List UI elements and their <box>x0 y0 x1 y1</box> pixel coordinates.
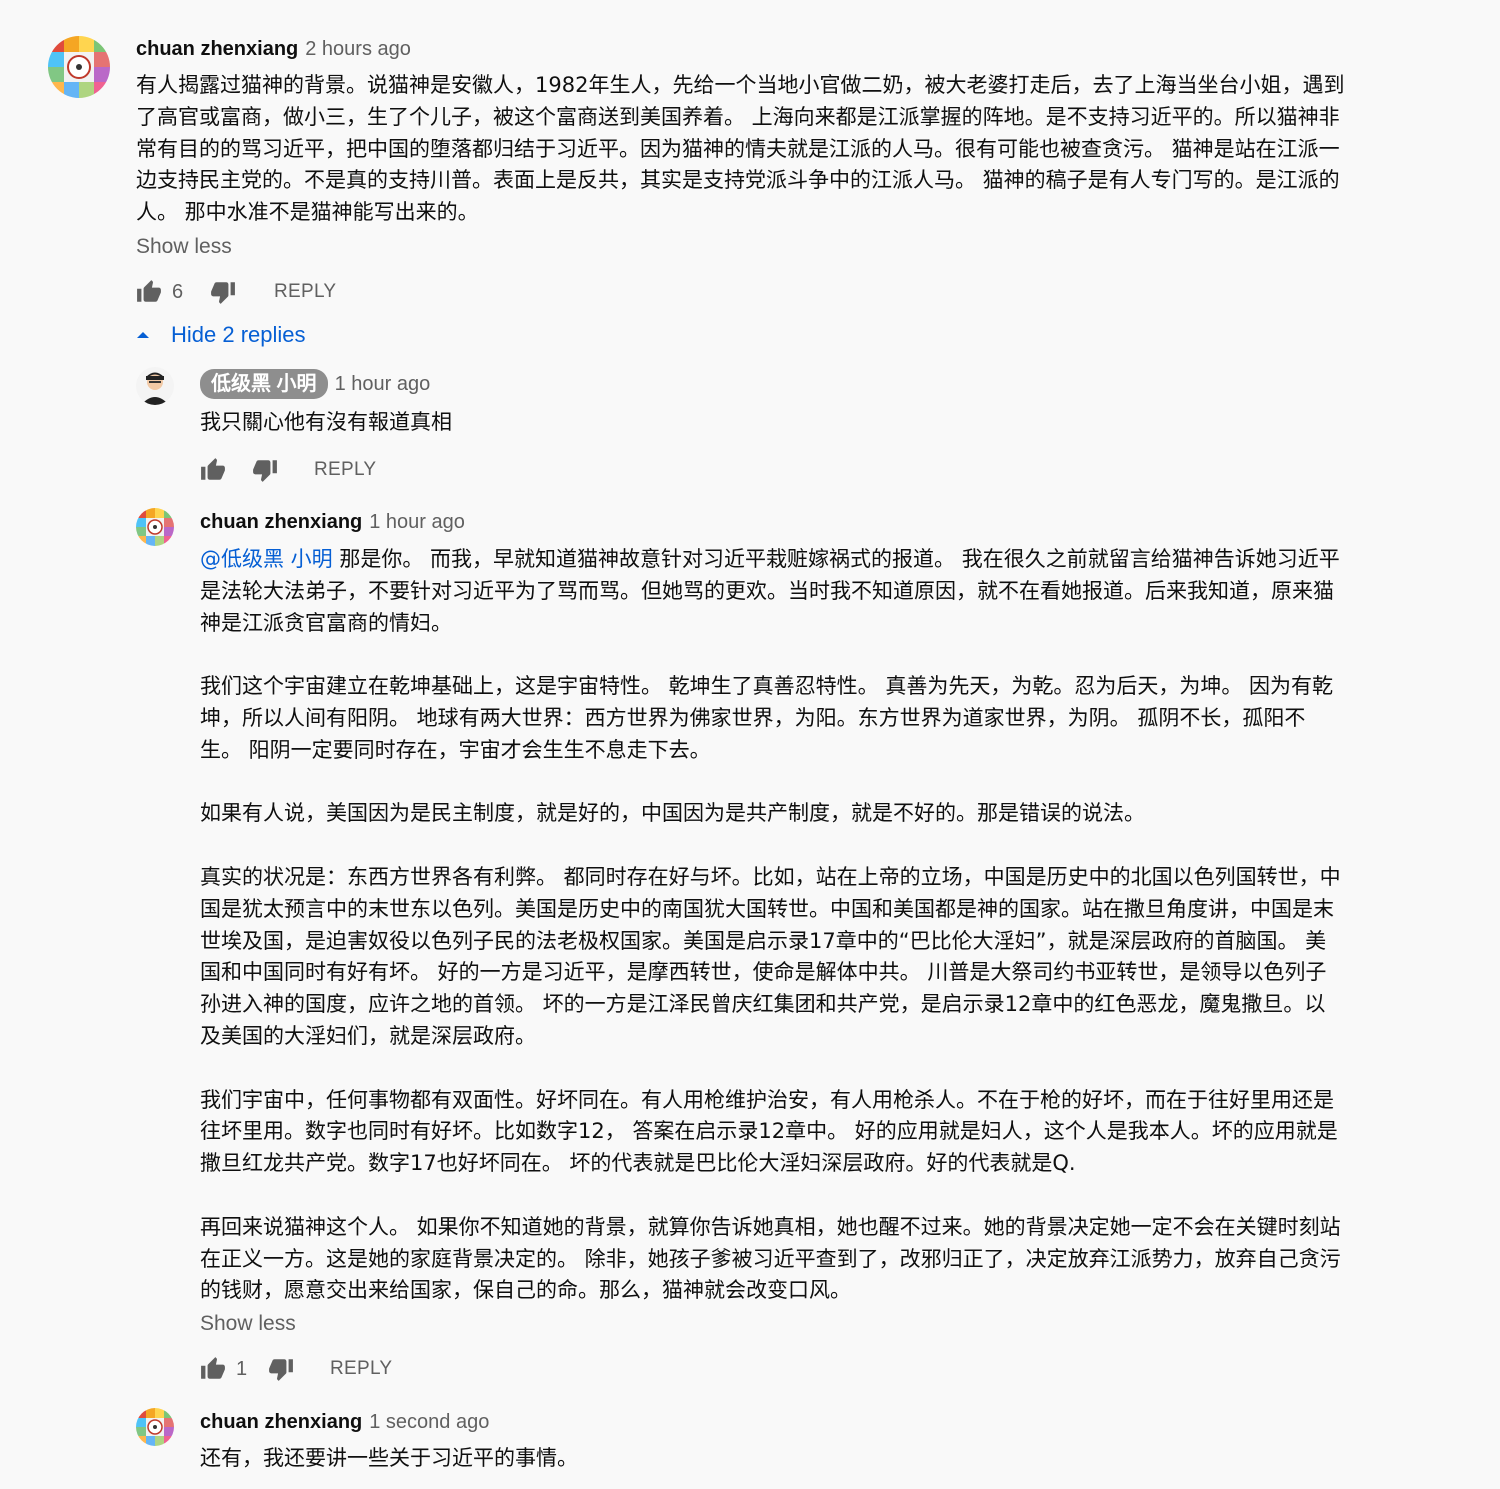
reply-paragraph: 还有，我还要讲一些关于习近平的事情。 <box>200 1446 578 1470</box>
avatar[interactable] <box>136 367 174 405</box>
reply-paragraph: 再回来说猫神这个人。 如果你不知道她的背景，就算你告诉她真相，她也醒不过来。她的… <box>200 1214 1341 1303</box>
timestamp[interactable]: 1 hour ago <box>335 373 431 396</box>
thumb-down-icon[interactable] <box>268 1356 294 1382</box>
author-name[interactable]: chuan zhenxiang <box>136 38 298 61</box>
comment-actions: 6 REPLY <box>136 277 336 307</box>
reply-paragraph: 如果有人说，美国因为是民主制度，就是好的，中国因为是共产制度，就是不好的。那是错… <box>200 801 1145 826</box>
author-name[interactable]: chuan zhenxiang <box>200 511 362 534</box>
reply-actions: REPLY <box>200 455 376 485</box>
comment-header: chuan zhenxiang 2 hours ago <box>136 36 411 62</box>
reply-text: 我只關心他有沒有報道真相 <box>200 407 1410 439</box>
comment-paragraph: 有人揭露过猫神的背景。说猫神是安徽人，1982年生人，先给一个当地小官做二奶，被… <box>136 73 1345 225</box>
reply-button[interactable]: REPLY <box>274 281 336 303</box>
like-count: 6 <box>172 280 184 303</box>
thumb-up-icon[interactable] <box>200 1356 226 1382</box>
timestamp[interactable]: 1 hour ago <box>369 511 465 534</box>
mention-link[interactable]: @低级黑 小明 <box>200 547 333 571</box>
timestamp[interactable]: 1 second ago <box>369 1411 489 1434</box>
like-count: 1 <box>236 1357 248 1380</box>
hide-replies-label: Hide 2 replies <box>171 322 306 347</box>
thumb-down-icon[interactable] <box>252 457 278 483</box>
show-less-button[interactable]: Show less <box>200 1312 296 1336</box>
hide-replies-button[interactable]: Hide 2 replies <box>136 322 306 348</box>
avatar[interactable] <box>48 36 110 98</box>
reply-text: 还有，我还要讲一些关于习近平的事情。 <box>200 1443 1410 1475</box>
paragraph-text: 那是你。 而我，早就知道猫神故意针对习近平栽赃嫁祸式的报道。 我在很久之前就留言… <box>200 547 1340 635</box>
reply-header: chuan zhenxiang 1 second ago <box>200 1409 489 1435</box>
thumb-up-icon[interactable] <box>136 279 162 305</box>
reply-paragraph: 我们宇宙中，任何事物都有双面性。好坏同在。有人用枪维护治安，有人用枪杀人。不在于… <box>200 1087 1338 1176</box>
reply-header: chuan zhenxiang 1 hour ago <box>200 509 465 535</box>
reply-paragraph: 我们这个宇宙建立在乾坤基础上，这是宇宙特性。 乾坤生了真善忍特性。 真善为先天，… <box>200 674 1334 762</box>
reply-paragraph: @低级黑 小明 那是你。 而我，早就知道猫神故意针对习近平栽赃嫁祸式的报道。 我… <box>200 544 1345 639</box>
reply-button[interactable]: REPLY <box>314 459 376 481</box>
show-less-button[interactable]: Show less <box>136 235 232 259</box>
reply-actions: 1 REPLY <box>200 1354 392 1384</box>
reply-button[interactable]: REPLY <box>330 1358 392 1380</box>
reply-header: 低级黑 小明 1 hour ago <box>200 369 430 399</box>
reply-text: @低级黑 小明 那是你。 而我，早就知道猫神故意针对习近平栽赃嫁祸式的报道。 我… <box>200 544 1345 1307</box>
avatar[interactable] <box>136 1408 174 1446</box>
thumb-up-icon[interactable] <box>200 457 226 483</box>
caret-up-icon <box>137 332 149 338</box>
author-badge[interactable]: 低级黑 小明 <box>200 369 328 399</box>
avatar[interactable] <box>136 508 174 546</box>
author-name[interactable]: chuan zhenxiang <box>200 1411 362 1434</box>
reply-paragraph: 我只關心他有沒有報道真相 <box>200 410 452 434</box>
timestamp[interactable]: 2 hours ago <box>305 38 411 61</box>
comment-text: 有人揭露过猫神的背景。说猫神是安徽人，1982年生人，先给一个当地小官做二奶，被… <box>136 70 1346 229</box>
thumb-down-icon[interactable] <box>210 279 236 305</box>
reply-paragraph: 真实的状况是：东西方世界各有利弊。 都同时存在好与坏。比如，站在上帝的立场，中国… <box>200 864 1341 1048</box>
